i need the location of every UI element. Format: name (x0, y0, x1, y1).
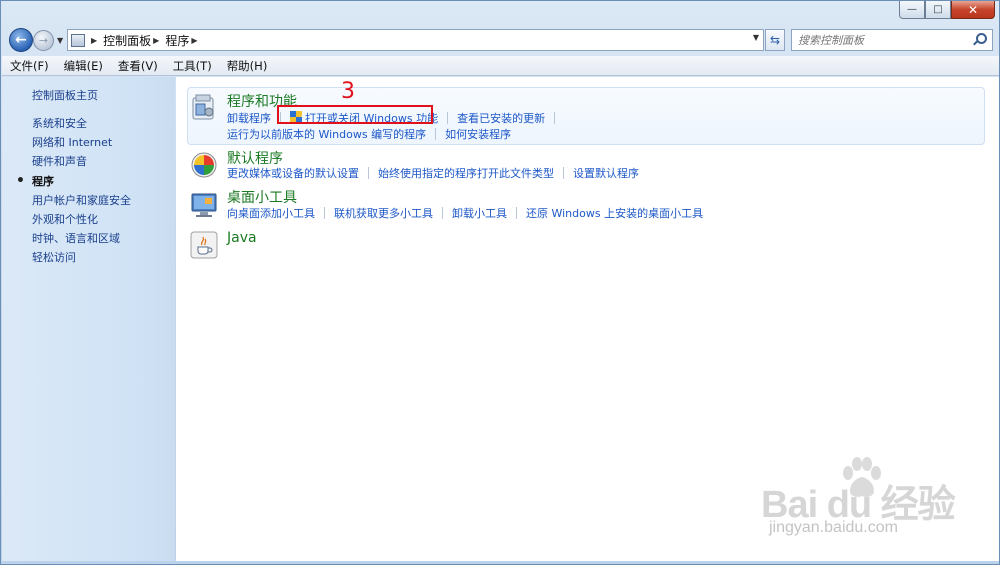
menu-bar: 文件(F) 编辑(E) 查看(V) 工具(T) 帮助(H) (2, 56, 999, 76)
minimize-button[interactable]: — (899, 1, 925, 19)
sidebar-item-user-accounts[interactable]: 用户帐户和家庭安全 (32, 191, 131, 210)
desktop-gadgets-icon (191, 193, 217, 217)
sidebar-home-link[interactable]: 控制面板主页 (32, 87, 98, 103)
sidebar-item-programs: 程序 (16, 172, 131, 191)
category-title[interactable]: Java (227, 230, 257, 246)
link-separator (324, 207, 325, 219)
get-more-gadgets-link[interactable]: 联机获取更多小工具 (334, 205, 433, 221)
recent-pages-dropdown[interactable]: ▼ (57, 36, 63, 45)
category-links-row: 更改媒体或设备的默认设置 始终使用指定的程序打开此文件类型 设置默认程序 (227, 165, 648, 181)
compatibility-link[interactable]: 运行为以前版本的 Windows 编写的程序 (227, 126, 426, 142)
maximize-button[interactable]: □ (925, 1, 951, 19)
control-panel-icon (71, 33, 85, 47)
link-separator (442, 207, 443, 219)
link-separator (368, 167, 369, 179)
restore-gadgets-link[interactable]: 还原 Windows 上安装的桌面小工具 (526, 205, 703, 221)
address-dropdown-icon[interactable]: ▼ (753, 33, 759, 42)
address-bar[interactable]: ▶ 控制面板 ▶ 程序 ▶ ▼ (67, 29, 764, 51)
category-links-row: 向桌面添加小工具 联机获取更多小工具 卸载小工具 还原 Windows 上安装的… (227, 205, 712, 221)
menu-tools[interactable]: 工具(T) (173, 58, 212, 74)
uninstall-program-link[interactable]: 卸载程序 (227, 110, 271, 126)
watermark-url: jingyan.baidu.com (769, 519, 898, 536)
menu-help[interactable]: 帮助(H) (227, 58, 268, 74)
breadcrumb-control-panel[interactable]: 控制面板 (103, 32, 151, 49)
sidebar-item-network[interactable]: 网络和 Internet (32, 133, 131, 152)
breadcrumb-separator-icon[interactable]: ▶ (91, 36, 97, 45)
sidebar-item-hardware-sound[interactable]: 硬件和声音 (32, 152, 131, 171)
default-programs-icon (191, 152, 217, 178)
java-icon (190, 231, 218, 259)
breadcrumb-separator-icon[interactable]: ▶ (153, 36, 159, 45)
uninstall-gadget-link[interactable]: 卸载小工具 (452, 205, 507, 221)
forward-button[interactable]: → (33, 30, 54, 51)
link-separator (435, 128, 437, 140)
menu-edit[interactable]: 编辑(E) (64, 58, 103, 74)
search-box[interactable] (791, 29, 993, 51)
sidebar: 控制面板主页 系统和安全 网络和 Internet 硬件和声音 程序 用户帐户和… (2, 77, 175, 561)
link-separator (554, 112, 556, 124)
programs-features-icon (192, 94, 214, 120)
search-icon[interactable] (976, 33, 987, 44)
category-links-row: 运行为以前版本的 Windows 编写的程序 如何安装程序 (227, 126, 520, 142)
back-button[interactable]: ← (9, 28, 33, 52)
sidebar-item-system-security[interactable]: 系统和安全 (32, 114, 131, 133)
link-separator (447, 112, 449, 124)
menu-file[interactable]: 文件(F) (10, 58, 49, 74)
back-arrow-icon: ← (15, 32, 27, 48)
breadcrumb-separator-icon[interactable]: ▶ (191, 36, 197, 45)
title-bar[interactable]: — □ ✕ (1, 1, 1000, 25)
breadcrumb-programs[interactable]: 程序 (165, 32, 189, 49)
file-association-link[interactable]: 始终使用指定的程序打开此文件类型 (378, 165, 554, 181)
set-default-programs-link[interactable]: 设置默认程序 (573, 165, 639, 181)
navigation-bar: ← → ▼ ▶ 控制面板 ▶ 程序 ▶ ▼ ⇆ (1, 25, 1000, 55)
installed-updates-link[interactable]: 查看已安装的更新 (457, 110, 545, 126)
link-separator (516, 207, 517, 219)
forward-arrow-icon: → (38, 34, 49, 47)
explorer-window: — □ ✕ ← → ▼ ▶ 控制面板 ▶ 程序 ▶ ▼ ⇆ 文件(F) 编辑(E… (0, 0, 1000, 565)
refresh-icon: ⇆ (769, 33, 781, 47)
sidebar-item-ease-of-access[interactable]: 轻松访问 (32, 248, 131, 267)
link-separator (563, 167, 564, 179)
media-autoplay-link[interactable]: 更改媒体或设备的默认设置 (227, 165, 359, 181)
search-input[interactable] (798, 30, 968, 50)
sidebar-list: 系统和安全 网络和 Internet 硬件和声音 程序 用户帐户和家庭安全 外观… (16, 114, 131, 268)
refresh-button[interactable]: ⇆ (765, 29, 785, 51)
how-to-install-link[interactable]: 如何安装程序 (445, 126, 511, 142)
close-button[interactable]: ✕ (951, 1, 995, 19)
window-controls: — □ ✕ (899, 1, 995, 19)
sidebar-item-appearance[interactable]: 外观和个性化 (32, 210, 131, 229)
baidu-watermark: Bai du 经验 jingyan.baidu.com (761, 457, 961, 543)
annotation-step-number: 3 (341, 79, 355, 104)
category-title[interactable]: 桌面小工具 (227, 187, 297, 207)
menu-view[interactable]: 查看(V) (118, 58, 158, 74)
add-gadgets-link[interactable]: 向桌面添加小工具 (227, 205, 315, 221)
sidebar-item-clock-language[interactable]: 时钟、语言和区域 (32, 229, 131, 248)
annotation-highlight-box (277, 105, 433, 124)
